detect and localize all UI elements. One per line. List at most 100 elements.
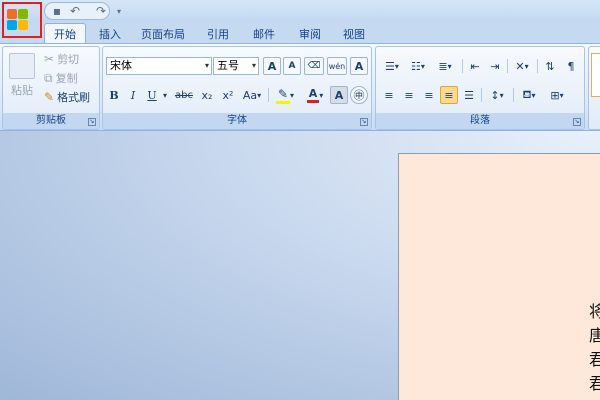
copy-icon: ⧉ — [44, 71, 53, 85]
chevron-down-icon: ▾ — [420, 61, 425, 71]
chevron-down-icon: ▾ — [394, 61, 399, 71]
format-painter-button[interactable]: ✎ 格式刷 — [43, 88, 99, 106]
outdent-icon: ⇤ — [470, 59, 480, 73]
separator — [268, 88, 269, 102]
font-name-combo[interactable]: 宋体 ▾ — [106, 57, 212, 75]
sort-icon: ⇅ — [545, 59, 555, 73]
paste-button[interactable]: 粘贴 — [5, 81, 39, 99]
multilevel-list-button[interactable]: ≣ ▾ — [432, 57, 458, 75]
separator — [481, 88, 482, 102]
chevron-down-icon: ▾ — [524, 61, 529, 71]
tab-page-layout[interactable]: 页面布局 — [134, 23, 192, 44]
show-marks-button[interactable]: ¶ — [562, 57, 580, 75]
paint-bucket-icon: ⛾ — [522, 87, 532, 101]
chevron-down-icon: ▾ — [447, 61, 452, 71]
copy-label: 复制 — [55, 72, 78, 85]
border-icon: ⊞ — [550, 88, 560, 102]
enclose-icon: ㊥ — [353, 89, 365, 102]
chevron-down-icon: ▾ — [290, 90, 295, 100]
character-shading-button[interactable]: A — [330, 86, 348, 104]
scissors-icon: ✂ — [44, 52, 55, 66]
font-color-button[interactable]: A ▾ — [301, 86, 329, 104]
paragraph-launcher-icon[interactable]: ↘ — [573, 118, 581, 126]
phonetic-guide-button[interactable]: wén — [327, 57, 347, 75]
chevron-down-icon: ▾ — [319, 90, 324, 100]
character-border-button[interactable]: A — [350, 57, 368, 75]
increase-indent-button[interactable]: ⇥ — [486, 57, 504, 75]
enclose-characters-button[interactable]: ㊥ — [350, 86, 368, 104]
font-size-value: 五号 — [217, 59, 239, 72]
tab-home[interactable]: 开始 — [44, 23, 86, 44]
copy-button[interactable]: ⧉ 复制 — [43, 69, 97, 87]
font-color-icon: A — [306, 87, 320, 103]
document-text-char: 将 — [589, 302, 600, 321]
justify-button[interactable]: ≡ — [440, 86, 458, 104]
chevron-down-icon: ▾ — [559, 90, 564, 100]
chinese-layout-icon: ✕ — [515, 59, 525, 73]
clear-format-button[interactable]: ⌫ — [304, 57, 324, 75]
document-workspace: 将 唐 君 君 — [0, 131, 600, 400]
align-left-button[interactable]: ≡ — [380, 86, 398, 104]
numbering-button[interactable]: ☷ ▾ — [406, 57, 430, 75]
customize-quick-access-icon[interactable]: ▾ — [112, 3, 126, 19]
eraser-icon: ⌫ — [307, 61, 321, 71]
align-center-icon: ≡ — [404, 88, 414, 102]
subscript-button[interactable]: x₂ — [198, 86, 216, 104]
align-center-button[interactable]: ≡ — [400, 86, 418, 104]
font-size-combo[interactable]: 五号 ▾ — [213, 57, 259, 75]
bold-button[interactable]: B — [106, 86, 122, 104]
tab-view[interactable]: 视图 — [334, 23, 374, 44]
decrease-indent-button[interactable]: ⇤ — [466, 57, 484, 75]
numbered-list-icon: ☷ — [411, 59, 421, 73]
office-logo-icon — [7, 9, 29, 31]
shrink-font-button[interactable]: A — [283, 57, 301, 75]
undo-icon[interactable]: ↶ — [64, 3, 86, 19]
grow-font-button[interactable]: A — [263, 57, 281, 75]
tab-review[interactable]: 审阅 — [290, 23, 330, 44]
strikethrough-button[interactable]: abc — [173, 86, 195, 104]
borders-button[interactable]: ⊞ ▾ — [544, 86, 570, 104]
chevron-down-icon: ▾ — [204, 61, 209, 70]
font-name-value: 宋体 — [110, 59, 132, 72]
document-text-char: 君 — [589, 374, 600, 393]
separator — [513, 88, 514, 102]
shading-button[interactable]: ⛾ ▾ — [516, 86, 542, 104]
ribbon-tabs: 开始 插入 页面布局 引用 邮件 审阅 视图 — [0, 22, 600, 44]
underline-dropdown[interactable]: ▾ — [160, 86, 170, 104]
font-launcher-icon[interactable]: ↘ — [360, 118, 368, 126]
tab-insert[interactable]: 插入 — [90, 23, 130, 44]
superscript-button[interactable]: x² — [219, 86, 237, 104]
paragraph-group: ☰ ▾ ☷ ▾ ≣ ▾ ⇤ ⇥ ✕ ▾ ⇅ ¶ ≡ ≡ ≡ ≡ ☰ ↕ ▾ ⛾ ▾ ⊞ ▾ 段… — [375, 46, 585, 130]
separator — [537, 59, 538, 73]
document-page[interactable]: 将 唐 君 君 — [398, 153, 600, 400]
chevron-down-icon: ▾ — [162, 90, 167, 100]
cut-button[interactable]: ✂ 剪切 — [43, 50, 97, 68]
font-group-label: 字体 — [103, 113, 371, 129]
line-spacing-icon: ↕ — [490, 88, 500, 102]
chevron-down-icon: ▾ — [531, 90, 536, 100]
tab-mailings[interactable]: 邮件 — [244, 23, 284, 44]
styles-gallery[interactable] — [591, 53, 600, 97]
paste-icon[interactable] — [9, 53, 35, 79]
pilcrow-icon: ¶ — [567, 59, 575, 73]
distributed-button[interactable]: ☰ — [460, 86, 478, 104]
highlight-button[interactable]: ✎ ▾ — [271, 86, 299, 104]
paintbrush-icon: ✎ — [44, 90, 55, 104]
chinese-layout-button[interactable]: ✕ ▾ — [510, 57, 534, 75]
highlighter-icon: ✎ — [275, 87, 291, 104]
tab-references[interactable]: 引用 — [198, 23, 238, 44]
change-case-button[interactable]: Aa ▾ — [239, 86, 265, 104]
line-spacing-button[interactable]: ↕ ▾ — [484, 86, 510, 104]
document-text-char: 唐 — [589, 326, 600, 345]
office-button[interactable] — [2, 2, 42, 38]
cut-label: 剪切 — [57, 53, 80, 66]
align-right-icon: ≡ — [424, 88, 434, 102]
separator — [507, 59, 508, 73]
underline-button[interactable]: U — [144, 86, 160, 104]
sort-button[interactable]: ⇅ — [540, 57, 560, 75]
align-right-button[interactable]: ≡ — [420, 86, 438, 104]
italic-button[interactable]: I — [125, 86, 141, 104]
bullets-button[interactable]: ☰ ▾ — [380, 57, 404, 75]
redo-icon[interactable]: ↷ — [90, 3, 112, 19]
clipboard-launcher-icon[interactable]: ↘ — [88, 118, 96, 126]
